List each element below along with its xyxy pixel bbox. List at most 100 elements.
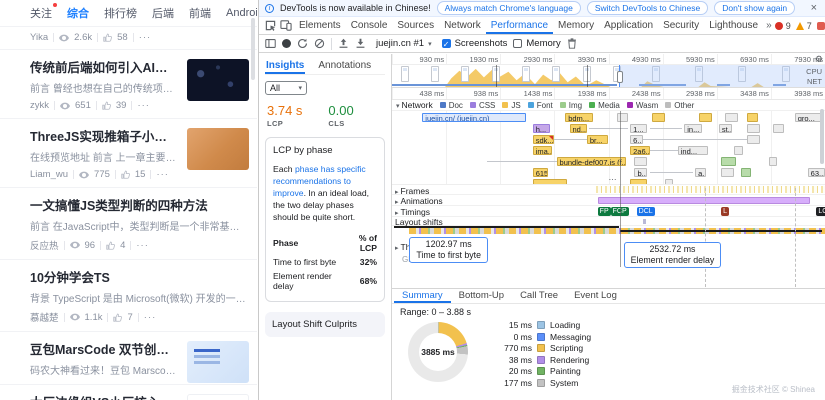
network-request-bar[interactable]: ima... [533,146,552,155]
feed-article-partial[interactable]: Yika 2.6k 58 ··· [0,27,257,50]
timeline-scrollbar[interactable] [820,109,824,164]
feed-tab-comprehensive[interactable]: 综合 [67,5,89,21]
fcp-marker[interactable]: FCP [611,207,629,216]
network-request-bar[interactable] [747,124,760,133]
more-icon[interactable]: ··· [136,240,149,251]
network-request-bar[interactable]: 1... [630,124,647,133]
dcl-marker[interactable]: DCL [637,207,655,216]
network-request-bar[interactable] [741,168,752,177]
load-profile-icon[interactable] [338,38,349,49]
feed-tab-backend[interactable]: 后端 [152,5,174,21]
frames-track[interactable]: ▸Frames [392,185,825,195]
profile-select[interactable]: juejin.cn #1 ▾ [372,37,436,50]
match-chrome-language-button[interactable]: Always match Chrome's language [437,1,581,15]
more-tabs-icon[interactable]: » [763,20,775,31]
network-request-bar[interactable] [617,113,628,122]
article-title[interactable]: 豆包MarsCode 双节创意征文 [30,339,179,358]
issues-icon[interactable] [817,22,825,30]
infobar-close-icon[interactable]: × [809,2,819,14]
network-request-bar[interactable]: b... [634,168,647,177]
screenshot-thumbnail[interactable] [552,66,560,82]
tab-annotations[interactable]: Annotations [317,58,372,74]
network-request-bar[interactable]: 615... [533,168,548,177]
article-author[interactable]: zykk [30,100,49,111]
like-icon[interactable] [121,170,130,179]
article-title[interactable]: 一文搞懂JS类型判断的四种方法 [30,195,247,214]
more-icon[interactable]: ··· [139,32,152,43]
more-icon[interactable]: ··· [156,169,169,180]
network-request-bar[interactable] [721,157,736,166]
feed-tab-follow[interactable]: 关注 [30,5,52,21]
screenshot-thumbnail[interactable] [401,66,409,82]
like-icon[interactable] [106,241,115,250]
like-icon[interactable] [113,313,122,322]
collapse-arrow-icon[interactable]: ▾ [396,103,400,110]
tab-insights[interactable]: Insights [265,58,305,74]
article-title[interactable]: ThreeJS实现推箱子小游戏【二】 [30,126,179,145]
network-request-bar[interactable]: 63... [808,168,825,177]
screenshot-thumbnail[interactable] [461,66,469,82]
tab-lighthouse[interactable]: Lighthouse [704,17,763,34]
network-request-bar[interactable] [747,113,758,122]
cls-metric[interactable]: 0.00 CLS [328,103,353,128]
article-title[interactable]: 10分钟学会TS [30,267,247,286]
memory-checkbox[interactable]: Memory [513,38,560,49]
tab-performance[interactable]: Performance [486,17,553,34]
screenshot-thumbnail[interactable] [522,66,530,82]
like-icon[interactable] [102,101,111,110]
switch-to-chinese-button[interactable]: Switch DevTools to Chinese [587,1,708,15]
screenshot-thumbnail[interactable] [431,66,439,82]
tab-summary[interactable]: Summary [394,289,451,303]
feed-tab-frontend[interactable]: 前端 [189,5,211,21]
expand-arrow-icon[interactable]: ▸ [395,189,399,196]
tab-sources[interactable]: Sources [392,17,439,34]
network-request-bar[interactable]: 2a6... [630,146,649,155]
reload-and-record-icon[interactable] [297,38,308,49]
dont-show-again-button[interactable]: Don't show again [714,1,795,15]
network-request-bar[interactable]: st... [719,124,732,133]
feed-article[interactable]: 传统前后端如何引入AI成为AI全栈项目？ ... 前言 曾经也想在自己的传统项目… [0,50,257,119]
lcp-metric[interactable]: 3.74 s LCP [267,103,302,128]
network-request-bar[interactable] [652,113,665,122]
network-request-bar[interactable]: sdk... [533,135,555,144]
network-request-bar[interactable] [725,113,738,122]
network-request-bar[interactable] [699,113,712,122]
save-profile-icon[interactable] [355,38,366,49]
network-request-bar[interactable]: juejin.cn/ (juejin.cn) [422,113,526,122]
lcp-marker[interactable]: LCP [816,207,825,216]
warnings-icon[interactable] [796,22,804,30]
network-request-bar[interactable]: h... [533,124,550,133]
lcp-by-phase-card[interactable]: LCP by phase Each phase has specific rec… [265,137,385,302]
animation-bar[interactable] [598,197,810,204]
garbage-collect-icon[interactable] [567,38,577,49]
network-request-bar[interactable]: in... [684,124,701,133]
fp-marker[interactable]: FP [598,207,611,216]
inspect-element-icon[interactable] [262,19,278,33]
network-request-bar[interactable] [734,146,743,155]
network-request-bar[interactable]: gro... [795,113,821,122]
more-icon[interactable]: ··· [137,100,150,111]
feed-article[interactable]: 大厂边缘组VS小厂核心组，要怎么选? 收到了2个Offer，一个大厂边缘组，一个… [0,385,257,400]
like-icon[interactable] [103,33,112,42]
tab-network[interactable]: Network [439,17,486,34]
tab-application[interactable]: Application [599,17,658,34]
feed-tab-ranking[interactable]: 排行榜 [104,5,137,21]
device-toolbar-icon[interactable] [278,19,294,33]
animations-track[interactable]: ▸Animations [392,195,825,206]
tab-security[interactable]: Security [658,17,704,34]
article-author[interactable]: Yika [30,32,48,43]
feed-scrollbar[interactable] [251,18,255,80]
track-resize-handle[interactable]: ⋯ [609,175,618,184]
article-author[interactable]: 慕越楚 [30,310,59,324]
network-request-bar[interactable]: 6... [630,135,643,144]
network-request-bar[interactable]: ind... [678,146,708,155]
screenshots-checkbox[interactable]: ✓ Screenshots [442,38,508,49]
network-request-bar[interactable]: br... [587,135,609,144]
network-request-bar[interactable]: bundle-def007.js (f... [557,157,626,166]
network-request-bar[interactable] [769,157,778,166]
network-request-bar[interactable] [634,157,647,166]
load-marker[interactable]: L [721,207,729,216]
tab-bottom-up[interactable]: Bottom-Up [451,289,512,303]
minimap-unselected-region[interactable] [619,65,825,87]
network-request-bar[interactable] [721,168,734,177]
